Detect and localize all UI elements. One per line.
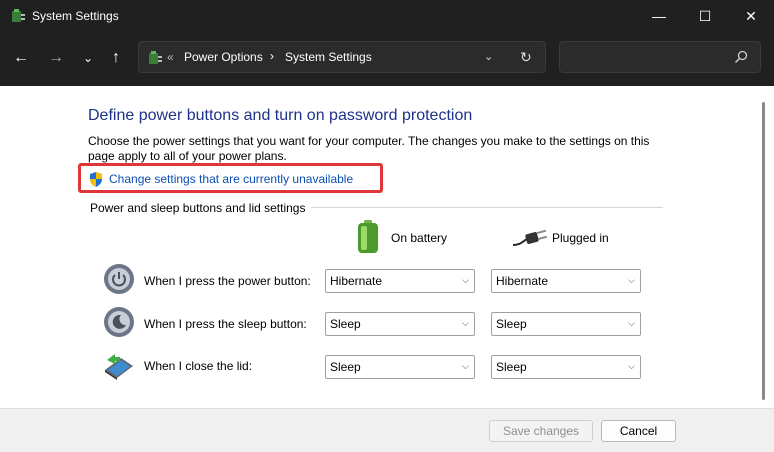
section-title: Power and sleep buttons and lid settings: [90, 201, 312, 215]
column-on-battery: On battery: [391, 231, 448, 245]
row-label-sleep-button: When I press the sleep button:: [144, 317, 307, 331]
power-plug-icon: [513, 229, 547, 246]
close-button[interactable]: ✕: [728, 0, 774, 32]
navigation-bar: ← → ⌄ ↑ « Power Options › System Setting…: [0, 32, 774, 84]
up-button[interactable]: ↑: [104, 46, 128, 70]
chevron-down-icon: ⌵: [628, 361, 635, 371]
maximize-button[interactable]: ☐: [682, 0, 728, 32]
cancel-button[interactable]: Cancel: [601, 420, 676, 442]
column-plugged-in: Plugged in: [552, 231, 609, 245]
uac-shield-icon: [90, 172, 102, 187]
battery-icon: [358, 220, 378, 253]
power-button-battery-select[interactable]: Hibernate ⌵: [325, 269, 475, 293]
breadcrumb-overflow[interactable]: «: [167, 50, 174, 64]
content-pane: Define power buttons and turn on passwor…: [0, 86, 774, 408]
breadcrumb-arrow-icon[interactable]: ›: [270, 49, 274, 63]
chevron-down-icon: ⌵: [462, 318, 469, 328]
forward-button[interactable]: →: [44, 46, 68, 70]
vertical-scrollbar[interactable]: [762, 102, 765, 400]
recent-locations-button[interactable]: ⌄: [76, 46, 100, 70]
refresh-icon[interactable]: ↻: [520, 49, 532, 66]
sleep-button-icon: [104, 307, 134, 337]
power-options-icon: [149, 51, 162, 64]
close-lid-plugged-select[interactable]: Sleep ⌵: [491, 355, 641, 379]
change-settings-link[interactable]: Change settings that are currently unava…: [78, 163, 383, 193]
sleep-button-battery-select[interactable]: Sleep ⌵: [325, 312, 475, 336]
chevron-down-icon: ⌵: [462, 361, 469, 371]
power-options-app-icon: [12, 9, 25, 22]
sleep-button-plugged-select[interactable]: Sleep ⌵: [491, 312, 641, 336]
select-value: Hibernate: [496, 274, 549, 288]
select-value: Sleep: [330, 317, 361, 331]
change-settings-link-text[interactable]: Change settings that are currently unava…: [109, 172, 353, 186]
select-value: Sleep: [496, 317, 527, 331]
select-value: Sleep: [496, 360, 527, 374]
breadcrumb-system-settings[interactable]: System Settings: [285, 50, 372, 64]
row-label-power-button: When I press the power button:: [144, 274, 311, 288]
chevron-down-icon: ⌵: [462, 275, 469, 285]
minimize-button[interactable]: —: [636, 0, 682, 32]
select-value: Hibernate: [330, 274, 383, 288]
chevron-down-icon: ⌵: [628, 275, 635, 285]
power-button-plugged-select[interactable]: Hibernate ⌵: [491, 269, 641, 293]
row-label-close-lid: When I close the lid:: [144, 359, 253, 373]
footer-bar: Save changes Cancel: [0, 408, 774, 452]
save-changes-button[interactable]: Save changes: [489, 420, 593, 442]
select-value: Sleep: [330, 360, 361, 374]
search-box[interactable]: [559, 41, 761, 73]
address-dropdown-icon[interactable]: ⌄: [484, 50, 493, 63]
address-bar[interactable]: « Power Options › System Settings ⌄ ↻: [138, 41, 546, 73]
search-icon[interactable]: [734, 50, 748, 64]
chevron-down-icon: ⌵: [628, 318, 635, 328]
close-lid-battery-select[interactable]: Sleep ⌵: [325, 355, 475, 379]
window-title: System Settings: [32, 9, 119, 23]
title-bar: System Settings — ☐ ✕: [0, 0, 774, 32]
breadcrumb-power-options[interactable]: Power Options: [184, 50, 263, 64]
window: System Settings — ☐ ✕ ← → ⌄ ↑ « Power Op…: [0, 0, 774, 452]
back-button[interactable]: ←: [9, 46, 33, 70]
page-title: Define power buttons and turn on passwor…: [88, 107, 473, 124]
power-button-icon: [104, 264, 134, 294]
laptop-lid-icon: [105, 354, 133, 380]
page-description: Choose the power settings that you want …: [88, 134, 650, 163]
